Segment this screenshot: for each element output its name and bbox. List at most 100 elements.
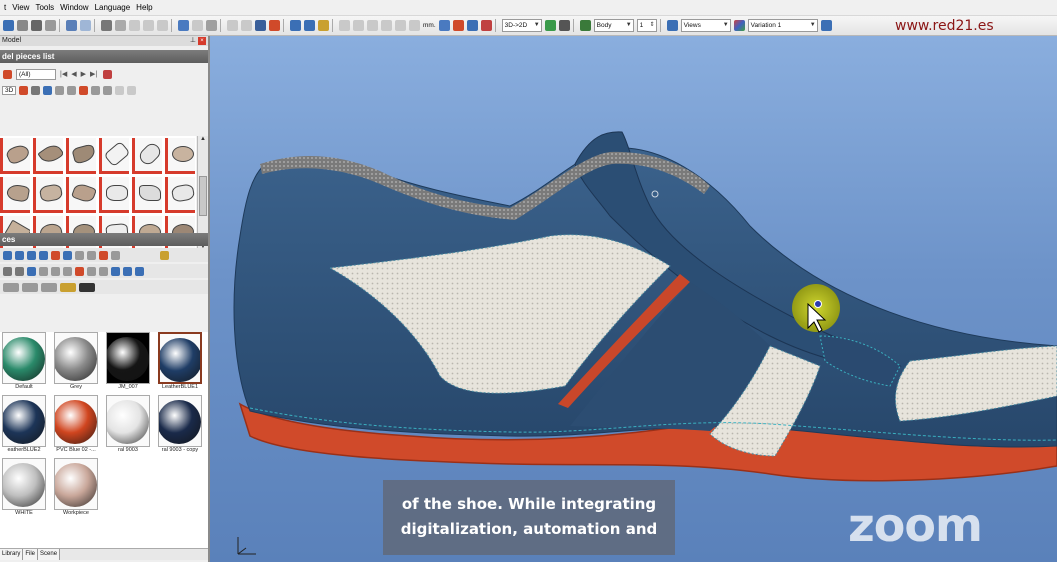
polyline-icon[interactable] [304,20,315,31]
copy-icon[interactable] [129,20,140,31]
curve-icon[interactable] [178,20,189,31]
material-tab-icon[interactable] [60,282,76,292]
material-swatch[interactable]: eatherBLUE2 [0,395,48,457]
tab-file[interactable]: File [23,549,39,560]
material-swatch[interactable]: WHITE [0,458,48,520]
body-icon[interactable] [579,20,591,31]
undo-icon[interactable] [66,20,77,31]
offset-icon[interactable] [192,20,203,31]
piece-thumbnail[interactable] [0,138,30,174]
grid-icon[interactable] [395,20,406,31]
zoom-icon[interactable] [17,20,28,31]
piece-icon[interactable] [55,85,65,95]
flag-icon[interactable] [452,20,464,31]
cut-icon[interactable] [339,20,350,31]
view-mode-combo[interactable]: 3D [2,85,17,95]
piece-icon[interactable] [67,85,77,95]
arrow-icon[interactable] [3,69,12,79]
material-icon[interactable] [27,250,36,260]
material-swatch[interactable]: Default [0,332,48,394]
piece-icon[interactable] [91,85,101,95]
variation-combo[interactable]: Variation 1 ▼ [747,19,818,32]
material-icon[interactable] [51,250,60,260]
material-swatch[interactable]: ral 9003 - copy [156,395,204,457]
tool-icon[interactable] [87,266,96,276]
measure-icon[interactable] [45,20,56,31]
arc-icon[interactable] [367,20,378,31]
material-swatch[interactable]: JM_007 [104,332,152,394]
target-icon[interactable] [103,69,113,79]
material-icon[interactable] [75,250,84,260]
body-count-spinner[interactable]: 1 ⇕ [636,19,657,32]
tool-icon[interactable] [99,266,108,276]
material-icon[interactable] [87,250,96,260]
pin-tool-icon[interactable] [31,85,41,95]
material-icon[interactable] [111,250,120,260]
material-tab-icon[interactable] [22,282,38,292]
rectangle-icon[interactable] [381,20,392,31]
menu-item-view[interactable]: View [12,3,29,12]
mirror-icon[interactable] [227,20,238,31]
pattern-icon[interactable] [255,20,266,31]
line-icon[interactable] [290,20,301,31]
piece-thumbnail[interactable] [99,177,129,213]
piece-thumbnail[interactable] [165,138,195,174]
tool-icon[interactable] [75,266,84,276]
color-icon[interactable] [480,20,492,31]
delete-icon[interactable] [157,20,168,31]
align-icon[interactable] [206,20,217,31]
hand-icon[interactable] [3,20,14,31]
piece-thumbnail[interactable] [132,138,162,174]
menu-item-language[interactable]: Language [95,3,131,12]
redo-icon[interactable] [80,20,91,31]
tab-scene[interactable]: Scene [38,549,61,560]
piece-thumbnail[interactable] [0,177,30,213]
tool-icon[interactable] [135,266,144,276]
material-swatch[interactable]: Workpiece [52,458,100,520]
settings-small-icon[interactable] [558,20,570,31]
tool-icon[interactable] [27,266,36,276]
palette-icon[interactable] [544,20,556,31]
piece-thumbnail[interactable] [66,138,96,174]
piece-thumbnail[interactable] [132,177,162,213]
point-icon[interactable] [438,20,450,31]
piece-icon[interactable] [103,85,113,95]
layers-icon[interactable] [466,20,478,31]
tool-icon[interactable] [39,266,48,276]
piece-thumbnail[interactable] [33,177,63,213]
pencil-icon[interactable] [101,20,112,31]
piece-icon[interactable] [79,85,89,95]
tab-library[interactable]: Library [0,549,24,560]
marker-icon[interactable] [269,20,280,31]
filter-combo[interactable]: (All) [16,68,56,80]
eraser-icon[interactable] [115,20,126,31]
prev-icon[interactable]: ◀ [71,70,76,78]
piece-thumbnail[interactable] [33,138,63,174]
material-icon[interactable] [99,250,108,260]
piece-thumbnail[interactable] [66,177,96,213]
views-icon[interactable] [666,20,678,31]
rotate-icon[interactable] [241,20,252,31]
menu-item-help[interactable]: Help [136,3,152,12]
piece-icon[interactable] [127,85,137,95]
piece-thumbnail[interactable] [99,138,129,174]
select-icon[interactable] [31,20,42,31]
move-icon[interactable] [353,20,364,31]
mode-combo[interactable]: 3D->2D ▼ [501,19,542,32]
material-tab-icon[interactable] [3,282,19,292]
first-icon[interactable]: |◀ [60,70,67,78]
piece-icon[interactable] [43,85,53,95]
menu-item-tools[interactable]: Tools [35,3,54,12]
variation-icon[interactable] [733,20,745,31]
lock-icon[interactable] [318,20,329,31]
tool-icon[interactable] [63,266,72,276]
tool-icon[interactable] [111,266,120,276]
variation-edit-icon[interactable] [820,20,832,31]
material-icon[interactable] [39,250,48,260]
material-swatch[interactable]: Grey [52,332,100,394]
views-combo[interactable]: Views ▼ [680,19,731,32]
tool-icon[interactable] [123,266,132,276]
material-icon[interactable] [63,250,72,260]
piece-thumbnail[interactable] [165,177,195,213]
body-combo[interactable]: Body ▼ [593,19,634,32]
